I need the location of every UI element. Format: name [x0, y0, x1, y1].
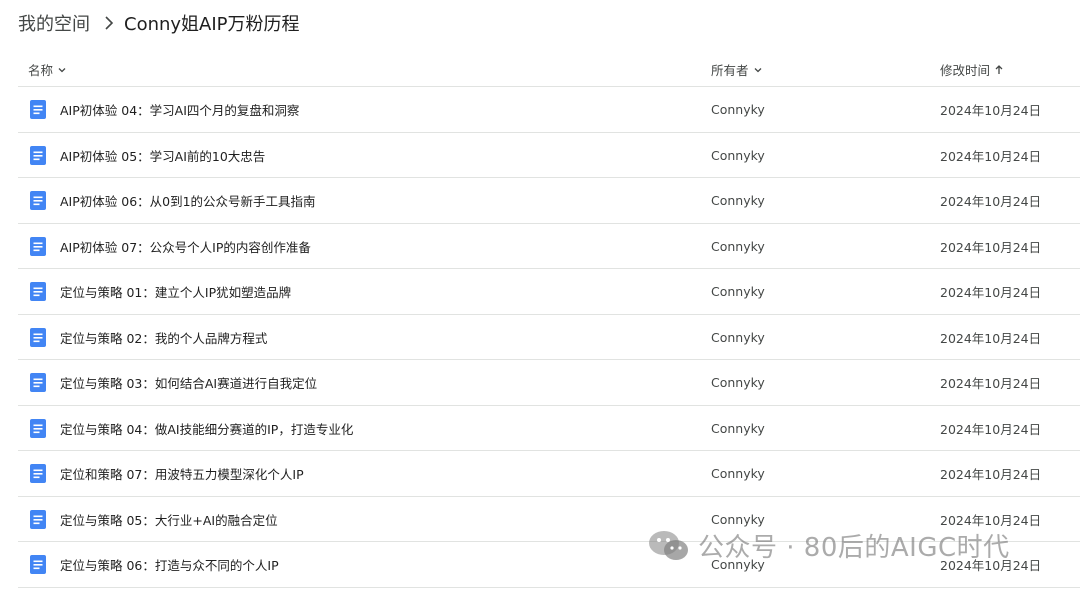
- header-owner-label: 所有者: [711, 63, 749, 78]
- file-name: 定位与策略 06：打造与众不同的个人IP: [60, 558, 279, 573]
- file-owner: Connyky: [711, 193, 765, 208]
- file-name: AIP初体验 05：学习AI前的10大忠告: [60, 148, 266, 164]
- file-owner: Connyky: [711, 284, 765, 299]
- chevron-down-icon: [57, 65, 67, 75]
- table-row[interactable]: AIP初体验 07：公众号个人IP的内容创作准备 Connyky 2024年10…: [18, 224, 1080, 269]
- file-name: 定位与策略 01：建立个人IP犹如塑造品牌: [60, 285, 292, 300]
- file-owner: Connyky: [711, 147, 765, 163]
- file-name: 定位与策略 05：大行业+AI的融合定位: [60, 512, 278, 528]
- file-owner: Connyky: [711, 102, 765, 117]
- file-owner: Connyky: [711, 557, 765, 572]
- file-owner: Connyky: [711, 329, 765, 345]
- file-name: 定位与策略 04：做AI技能细分赛道的IP，打造专业化: [60, 421, 354, 437]
- file-name: 定位与策略 03：如何结合AI赛道进行自我定位: [60, 376, 318, 391]
- file-list: AIP初体验 04：学习AI四个月的复盘和洞察 Connyky 2024年10月…: [18, 87, 1080, 588]
- file-name: AIP初体验 04：学习AI四个月的复盘和洞察: [60, 103, 300, 118]
- file-modified: 2024年10月24日: [940, 421, 1042, 437]
- table-row[interactable]: 定位和策略 07：用波特五力模型深化个人IP Connyky 2024年10月2…: [18, 451, 1080, 497]
- google-doc-icon: [30, 282, 46, 301]
- google-doc-icon: [30, 145, 46, 165]
- file-name: 定位与策略 02：我的个人品牌方程式: [60, 330, 268, 346]
- google-doc-icon: [30, 509, 46, 529]
- breadcrumb-root[interactable]: 我的空间: [18, 10, 90, 36]
- arrow-up-icon: [994, 64, 1004, 75]
- file-modified: 2024年10月24日: [940, 512, 1042, 528]
- header-modified-label: 修改时间: [940, 63, 991, 78]
- table-row[interactable]: AIP初体验 05：学习AI前的10大忠告 Connyky 2024年10月24…: [18, 133, 1080, 178]
- table-row[interactable]: AIP初体验 06：从0到1的公众号新手工具指南 Connyky 2024年10…: [18, 178, 1080, 224]
- file-owner: Connyky: [711, 466, 765, 481]
- file-modified: 2024年10月24日: [940, 467, 1042, 482]
- header-name-label: 名称: [28, 63, 54, 78]
- file-modified: 2024年10月24日: [940, 194, 1042, 209]
- file-modified: 2024年10月24日: [940, 330, 1042, 346]
- table-header: 名称 所有者 修改时间: [18, 52, 1080, 87]
- table-row[interactable]: 定位与策略 02：我的个人品牌方程式 Connyky 2024年10月24日: [18, 315, 1080, 360]
- file-modified: 2024年10月24日: [940, 148, 1042, 164]
- file-modified: 2024年10月24日: [940, 239, 1042, 255]
- table-row[interactable]: 定位与策略 01：建立个人IP犹如塑造品牌 Connyky 2024年10月24…: [18, 269, 1080, 315]
- file-owner: Connyky: [711, 238, 765, 254]
- table-row[interactable]: 定位与策略 06：打造与众不同的个人IP Connyky 2024年10月24日: [18, 542, 1080, 588]
- file-name: 定位和策略 07：用波特五力模型深化个人IP: [60, 467, 304, 482]
- google-doc-icon: [30, 236, 46, 256]
- header-owner-filter[interactable]: 所有者: [711, 52, 763, 87]
- table-row[interactable]: 定位与策略 04：做AI技能细分赛道的IP，打造专业化 Connyky 2024…: [18, 406, 1080, 451]
- table-row[interactable]: 定位与策略 03：如何结合AI赛道进行自我定位 Connyky 2024年10月…: [18, 360, 1080, 406]
- breadcrumb: 我的空间 Conny姐AIP万粉历程: [18, 8, 300, 38]
- file-name: AIP初体验 07：公众号个人IP的内容创作准备: [60, 239, 311, 255]
- breadcrumb-current[interactable]: Conny姐AIP万粉历程: [124, 10, 300, 36]
- file-modified: 2024年10月24日: [940, 103, 1042, 118]
- header-modified-sort[interactable]: 修改时间: [940, 52, 1004, 87]
- file-modified: 2024年10月24日: [940, 285, 1042, 300]
- file-name: AIP初体验 06：从0到1的公众号新手工具指南: [60, 194, 316, 209]
- chevron-right-icon: [104, 15, 114, 31]
- chevron-down-icon: [753, 65, 763, 75]
- table-row[interactable]: 定位与策略 05：大行业+AI的融合定位 Connyky 2024年10月24日: [18, 497, 1080, 542]
- file-owner: Connyky: [711, 511, 765, 527]
- google-doc-icon: [30, 464, 46, 483]
- file-modified: 2024年10月24日: [940, 558, 1042, 573]
- google-doc-icon: [30, 191, 46, 210]
- google-doc-icon: [30, 418, 46, 438]
- file-owner: Connyky: [711, 375, 765, 390]
- google-doc-icon: [30, 100, 46, 119]
- google-doc-icon: [30, 327, 46, 347]
- file-modified: 2024年10月24日: [940, 376, 1042, 391]
- google-doc-icon: [30, 555, 46, 574]
- google-doc-icon: [30, 373, 46, 392]
- file-owner: Connyky: [711, 420, 765, 436]
- table-row[interactable]: AIP初体验 04：学习AI四个月的复盘和洞察 Connyky 2024年10月…: [18, 87, 1080, 133]
- header-name-sort[interactable]: 名称: [28, 52, 67, 87]
